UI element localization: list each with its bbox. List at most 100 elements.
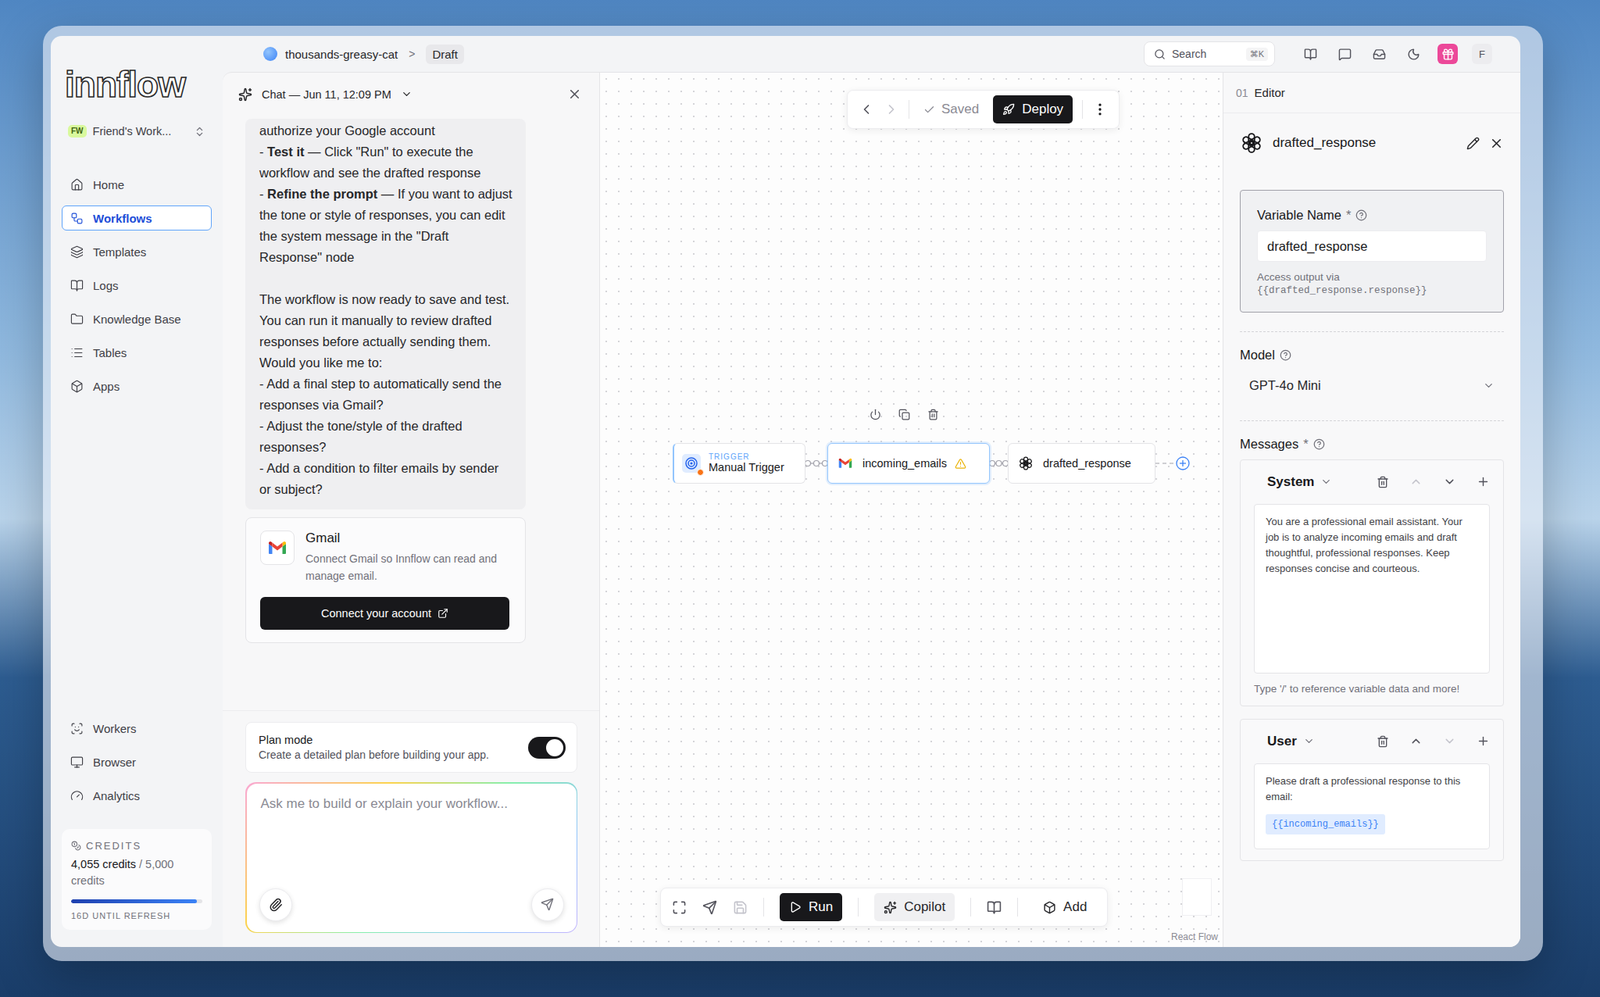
sidebar-item[interactable]: Workflows [61, 205, 212, 231]
prompt-box [245, 782, 578, 933]
search-placeholder: Search [1171, 47, 1240, 61]
window: innflow FWFriend's Work... Home Workflows Te… [42, 25, 1543, 961]
sidebar-item[interactable]: Workers [61, 716, 212, 742]
sidebar-item-label: Tables [92, 346, 127, 360]
deploy-button[interactable]: Deploy [992, 95, 1073, 124]
prompt-input[interactable] [259, 794, 565, 889]
variable-hint: Access output via [1257, 269, 1487, 286]
move-up-button[interactable] [1409, 734, 1423, 748]
variable-input[interactable] [1257, 230, 1487, 262]
gift-button[interactable] [1437, 43, 1458, 65]
help-icon[interactable] [1279, 349, 1292, 361]
forward-button[interactable] [883, 101, 900, 118]
sidebar-item[interactable]: Home [61, 171, 212, 197]
sidebar-item[interactable]: Logs [61, 272, 212, 298]
close-editor-button[interactable] [1489, 135, 1504, 151]
workflow-node[interactable]: drafted_response [1007, 442, 1156, 484]
sidebar-item-label: Apps [92, 379, 120, 393]
editor-header: 01Editor [1223, 72, 1521, 114]
delete-node-button[interactable] [927, 408, 940, 421]
sidebar-item-label: Logs [92, 278, 119, 293]
project-avatar [263, 46, 278, 61]
breadcrumb-page[interactable]: Draft [425, 44, 465, 65]
workflow-node[interactable]: TRIGGERManual Trigger [672, 442, 806, 484]
run-button[interactable]: Run [779, 892, 843, 922]
workflow-node[interactable]: incoming_emails [827, 442, 990, 484]
library-button[interactable] [986, 900, 1002, 915]
message-line: - Add a condition to filter emails by se… [259, 457, 514, 500]
gauge-icon [70, 789, 84, 803]
help-icon[interactable] [1313, 438, 1325, 450]
box-icon [1042, 900, 1057, 915]
node-tag: TRIGGER [708, 452, 785, 462]
message-input[interactable]: Please draft a professional response to … [1253, 763, 1490, 850]
add-button[interactable]: Add [1033, 892, 1097, 922]
gift-icon [1441, 47, 1455, 61]
attribution[interactable]: React Flow [1171, 931, 1218, 943]
separator [1239, 331, 1504, 333]
add-message-button[interactable] [1476, 475, 1490, 489]
save-icon [732, 900, 748, 915]
sidebar-item[interactable]: Analytics [61, 783, 212, 809]
add-message-button[interactable] [1476, 734, 1490, 748]
save-button[interactable] [732, 900, 748, 915]
close-chat-button[interactable] [567, 86, 583, 102]
sidebar-item[interactable]: Templates [61, 239, 212, 265]
breadcrumb-project[interactable]: thousands-greasy-cat [285, 47, 398, 61]
sidebar-item-label: Browser [92, 755, 136, 769]
inbox-button[interactable] [1368, 43, 1390, 65]
variable-chip[interactable]: {{incoming_emails}} [1265, 814, 1386, 835]
node-label: drafted_response [1042, 457, 1132, 471]
message-role[interactable]: System [1267, 474, 1333, 490]
sidebar-item[interactable]: Browser [61, 750, 212, 775]
theme-button[interactable] [1403, 43, 1424, 65]
logo[interactable]: innflow [61, 65, 212, 104]
plan-mode-toggle[interactable] [528, 736, 566, 759]
minimap[interactable] [1182, 878, 1212, 916]
sidebar-item[interactable]: Knowledge Base [61, 306, 212, 332]
rename-button[interactable] [1466, 136, 1480, 150]
add-node-button[interactable] [1176, 457, 1190, 470]
openai-icon [1017, 455, 1034, 472]
credits-progress-fill [71, 899, 197, 904]
chat-title[interactable]: Chat — Jun 11, 12:09 PM [261, 88, 392, 101]
message-role[interactable]: User [1267, 733, 1315, 750]
sidebar-item-label: Home [92, 178, 125, 192]
help-icon[interactable] [1355, 209, 1368, 222]
fit-view-button[interactable] [671, 900, 687, 915]
move-up-button[interactable] [1409, 475, 1423, 489]
docs-button[interactable] [1300, 43, 1321, 65]
model-select[interactable]: GPT-4o Mini [1239, 370, 1504, 402]
sidebar-item[interactable]: Apps [61, 373, 212, 399]
back-button[interactable] [858, 101, 875, 118]
connect-account-button[interactable]: Connect your account [260, 596, 510, 630]
copilot-button[interactable]: Copilot [874, 892, 955, 922]
book-icon [70, 278, 84, 293]
message-input[interactable]: You are a professional email assistant. … [1253, 503, 1490, 674]
warning-icon [954, 457, 967, 470]
message-card: User Please draft a professional response… [1239, 718, 1504, 861]
user-avatar[interactable]: F [1471, 43, 1493, 65]
search-icon [1153, 48, 1166, 61]
sidebar-item[interactable]: Tables [61, 339, 212, 365]
share-button[interactable] [702, 900, 718, 915]
send-button[interactable] [531, 888, 565, 922]
search-box[interactable]: Search⌘K [1143, 41, 1275, 67]
more-button[interactable] [1092, 101, 1108, 118]
credits-progress [71, 899, 203, 904]
workspace-switcher[interactable]: FWFriend's Work... [61, 118, 212, 144]
toggle-node-button[interactable] [869, 408, 882, 421]
move-down-button[interactable] [1442, 734, 1457, 748]
workflow-canvas[interactable]: TRIGGERManual Trigger incoming_emails draf… [600, 71, 1223, 947]
attach-button[interactable] [259, 888, 293, 922]
move-down-button[interactable] [1442, 475, 1457, 489]
feedback-button[interactable] [1334, 43, 1355, 65]
canvas-bottom-toolbar: Run Copilot Add [660, 887, 1108, 927]
delete-message-button[interactable] [1376, 475, 1390, 489]
variable-card: Variable Name*Access output via{{drafted… [1239, 189, 1504, 313]
delete-message-button[interactable] [1376, 735, 1390, 748]
chevron-down-icon[interactable] [400, 88, 413, 100]
plus-icon [1476, 734, 1490, 748]
sidebar-item-label: Knowledge Base [92, 312, 182, 326]
duplicate-node-button[interactable] [898, 408, 911, 421]
